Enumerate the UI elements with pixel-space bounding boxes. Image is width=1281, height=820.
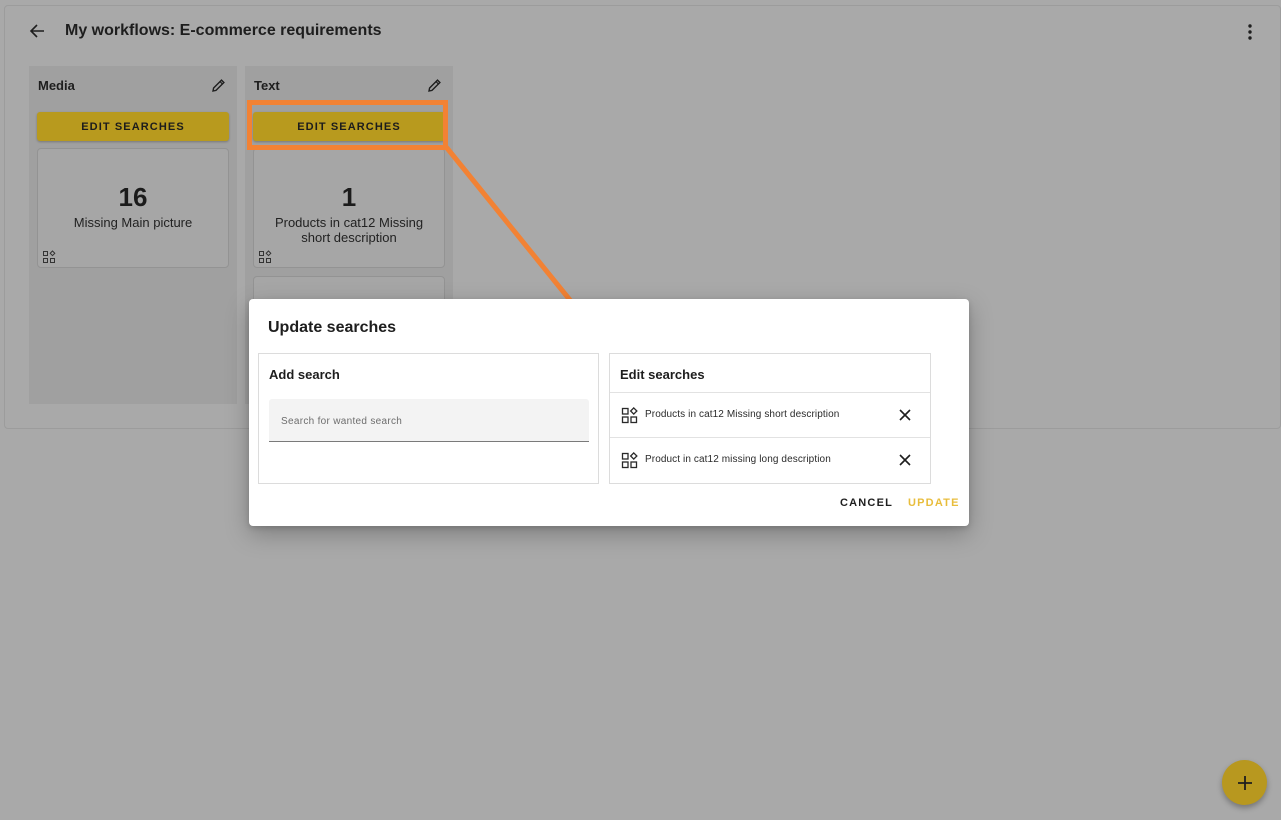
annotation-highlight (247, 100, 448, 150)
search-input[interactable] (269, 399, 589, 441)
card-label: Missing Main picture (73, 215, 193, 230)
back-arrow-icon[interactable] (27, 21, 47, 41)
search-label: Product in cat12 missing long descriptio… (645, 454, 831, 465)
result-count: 16 (118, 182, 148, 212)
dialog-title: Update searches (268, 319, 397, 336)
list-item: Products in cat12 Missing short descript… (610, 393, 930, 438)
column-title: Media (38, 78, 75, 93)
edit-searches-pane: Edit searches Products in cat12 Missing … (609, 353, 931, 484)
search-result-card[interactable]: 1 Products in cat12 Missing short descri… (253, 148, 445, 268)
pencil-icon[interactable] (425, 76, 443, 94)
list-item: Product in cat12 missing long descriptio… (610, 438, 930, 483)
cancel-button[interactable]: CANCEL (840, 497, 893, 509)
add-search-pane: Add search (258, 353, 599, 484)
add-search-heading: Add search (269, 367, 340, 382)
search-label: Products in cat12 Missing short descript… (645, 409, 840, 420)
update-searches-dialog: Update searches Add search Edit searches… (249, 299, 969, 526)
close-icon[interactable] (897, 452, 913, 468)
widgets-icon (621, 406, 638, 424)
edit-searches-button[interactable]: EDIT SEARCHES (37, 112, 229, 141)
search-result-card[interactable]: 16 Missing Main picture (37, 148, 229, 268)
result-count: 1 (341, 182, 357, 212)
card-label: Products in cat12 Missing short descript… (274, 215, 424, 245)
widgets-icon (258, 250, 272, 264)
more-vert-icon[interactable] (1240, 21, 1260, 43)
column-title: Text (254, 78, 280, 93)
widgets-icon (621, 451, 638, 469)
workflow-column-media: Media EDIT SEARCHES 16 Missing Main pict… (29, 66, 237, 404)
edit-searches-heading: Edit searches (620, 367, 705, 382)
update-button[interactable]: UPDATE (908, 497, 960, 509)
widgets-icon (42, 250, 56, 264)
pencil-icon[interactable] (209, 76, 227, 94)
close-icon[interactable] (897, 407, 913, 423)
plus-icon (1237, 775, 1252, 790)
search-field[interactable] (269, 399, 589, 442)
add-fab-button[interactable] (1222, 760, 1267, 805)
page-title: My workflows: E-commerce requirements (65, 22, 382, 39)
